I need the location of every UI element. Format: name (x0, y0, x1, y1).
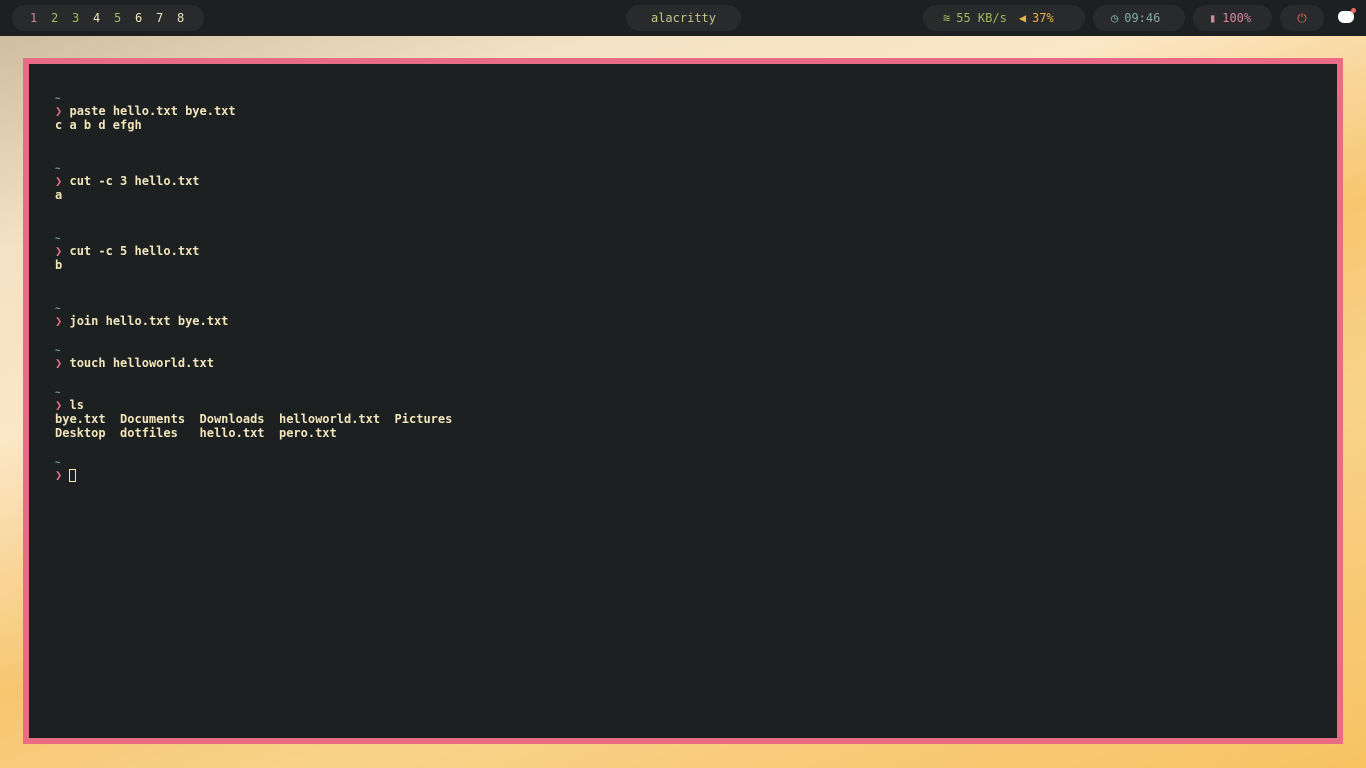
alacritty-window[interactable]: ~ ❯ paste hello.txt bye.txt c a b d efgh ~ ❯… (23, 58, 1343, 744)
prompt-directory: ~ (55, 160, 452, 174)
output-line: a (55, 188, 63, 202)
output-line: Desktop dotfiles hello.txt pero.txt (55, 426, 337, 440)
prompt-dir: ~ (55, 94, 61, 104)
discord-tray-icon[interactable] (1338, 8, 1356, 23)
workspace-7[interactable]: 7 (156, 11, 177, 25)
prompt-dir: ~ (55, 164, 61, 174)
command-line: ❯ join hello.txt bye.txt (55, 314, 452, 328)
workspace-8[interactable]: 8 (177, 11, 198, 25)
prompt-arrow-icon: ❯ (55, 356, 63, 370)
prompt-dir: ~ (55, 458, 61, 468)
workspace-3[interactable]: 3 (72, 11, 93, 25)
command-text: paste hello.txt bye.txt (69, 104, 236, 118)
prompt-arrow-icon: ❯ (55, 314, 63, 328)
prompt-directory: ~ (55, 454, 452, 468)
power-button[interactable]: ⏻ (1280, 5, 1324, 31)
prompt-dir: ~ (55, 234, 61, 244)
wifi-icon: ≋ (943, 11, 951, 25)
workspace-switcher: 12345678 (12, 5, 204, 31)
clock-icon: ◷ (1111, 11, 1119, 25)
command-line: ❯ touch helloworld.txt (55, 356, 452, 370)
command-line: ❯ cut -c 5 hello.txt (55, 244, 452, 258)
command-text: touch helloworld.txt (69, 356, 214, 370)
command-line: ❯ ls (55, 398, 452, 412)
clock-time: 09:46 (1124, 11, 1161, 25)
prompt-directory: ~ (55, 384, 452, 398)
prompt-arrow-icon: ❯ (55, 468, 63, 482)
battery-level: 100% (1222, 11, 1252, 25)
prompt-dir: ~ (55, 346, 61, 356)
prompt-arrow-icon: ❯ (55, 104, 63, 118)
command-text: join hello.txt bye.txt (69, 314, 229, 328)
workspace-5[interactable]: 5 (114, 11, 135, 25)
network-speed: 55 KB/s (956, 11, 1007, 25)
prompt-directory: ~ (55, 90, 452, 104)
output-line: c a b d efgh (55, 118, 142, 132)
command-text: ls (69, 398, 84, 412)
battery-module: ▮ 100% (1193, 5, 1272, 31)
prompt-directory: ~ (55, 342, 452, 356)
workspace-4[interactable]: 4 (93, 11, 114, 25)
prompt-arrow-icon: ❯ (55, 174, 63, 188)
text-cursor[interactable] (69, 469, 77, 482)
prompt-directory: ~ (55, 300, 452, 314)
workspace-6[interactable]: 6 (135, 11, 156, 25)
prompt-arrow-icon: ❯ (55, 244, 63, 258)
prompt-directory: ~ (55, 230, 452, 244)
command-text: cut -c 3 hello.txt (69, 174, 200, 188)
prompt-arrow-icon: ❯ (55, 398, 63, 412)
clock-module[interactable]: ◷ 09:46 (1093, 5, 1185, 31)
active-prompt: ❯ (55, 468, 452, 482)
prompt-dir: ~ (55, 388, 61, 398)
volume-icon[interactable]: ◀ (1019, 11, 1026, 25)
workspace-1[interactable]: 1 (30, 11, 51, 25)
window-title: alacritty (626, 5, 741, 31)
battery-icon: ▮ (1209, 11, 1217, 25)
power-icon: ⏻ (1297, 10, 1307, 25)
command-line: ❯ cut -c 3 hello.txt (55, 174, 452, 188)
network-volume-module[interactable]: ≋ 55 KB/s ◀ 37% (923, 5, 1085, 31)
command-line: ❯ paste hello.txt bye.txt (55, 104, 452, 118)
volume-level[interactable]: 37% (1032, 11, 1054, 25)
command-text: cut -c 5 hello.txt (69, 244, 200, 258)
output-line: b (55, 258, 63, 272)
terminal-output[interactable]: ~ ❯ paste hello.txt bye.txt c a b d efgh ~ ❯… (55, 90, 452, 482)
top-bar: 12345678 alacritty ≋ 55 KB/s ◀ 37% ◷ 09:… (0, 0, 1366, 36)
prompt-dir: ~ (55, 304, 61, 314)
workspace-2[interactable]: 2 (51, 11, 72, 25)
output-line: bye.txt Documents Downloads helloworld.t… (55, 412, 453, 426)
